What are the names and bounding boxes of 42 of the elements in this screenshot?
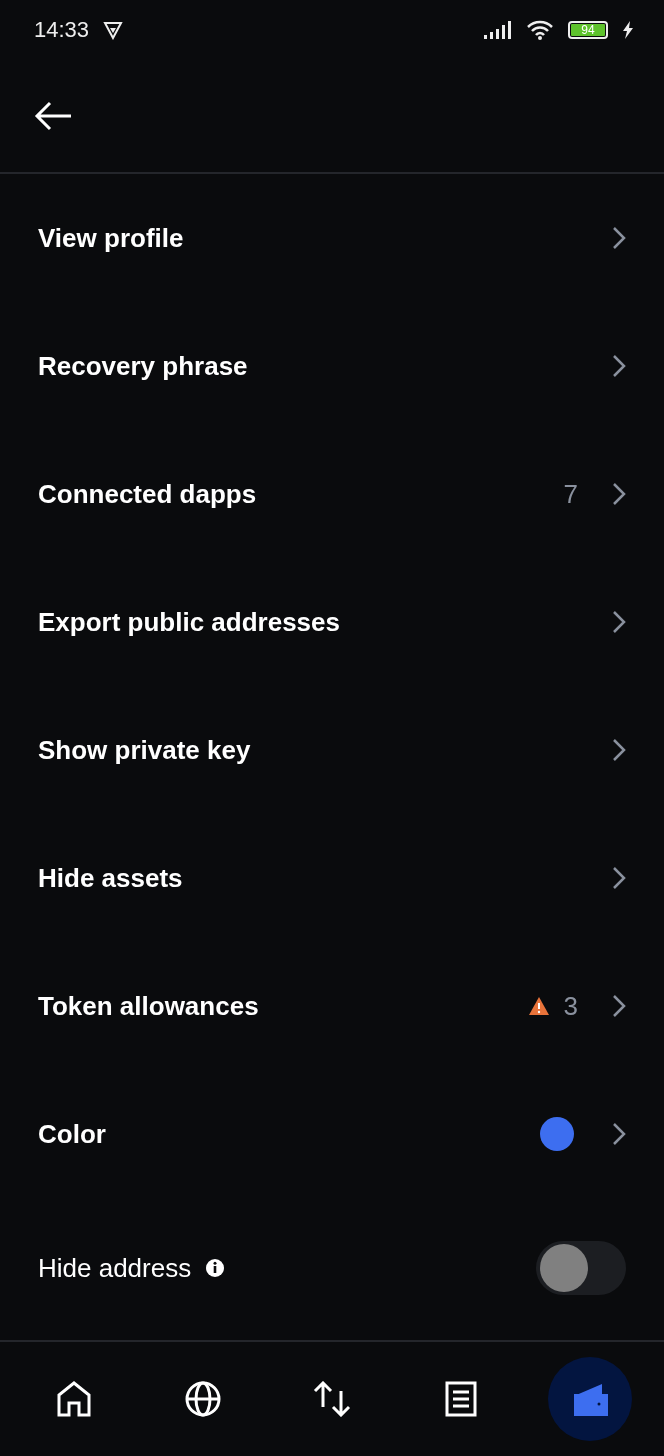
count-text: 7 <box>563 478 578 510</box>
chevron-right-icon <box>612 226 626 250</box>
settings-row[interactable]: Hide assets <box>0 814 664 942</box>
settings-row[interactable]: View profile <box>0 174 664 302</box>
wifi-icon <box>526 19 554 41</box>
signal-icon <box>484 21 512 39</box>
vpn-icon <box>103 20 124 40</box>
globe-icon <box>185 1381 222 1417</box>
count-text: 3 <box>563 990 578 1022</box>
chevron-right-icon <box>612 1122 626 1146</box>
settings-row[interactable]: Recovery phrase <box>0 302 664 430</box>
back-button[interactable] <box>34 101 72 131</box>
settings-row[interactable]: Export public addresses <box>0 558 664 686</box>
settings-row[interactable]: Color <box>0 1070 664 1198</box>
row-label: Color <box>38 1118 106 1150</box>
row-label: Show private key <box>38 734 251 766</box>
row-label: Token allowances <box>38 990 259 1022</box>
wallet-icon <box>571 1382 608 1416</box>
back-arrow-icon <box>34 101 72 131</box>
info-icon <box>205 1258 226 1278</box>
battery-level: 94 <box>571 24 605 36</box>
chevron-right-icon <box>612 610 626 634</box>
row-label: Export public addresses <box>38 606 340 638</box>
chevron-right-icon <box>612 738 626 762</box>
charging-icon <box>622 21 634 39</box>
row-label: Hide assets <box>38 862 183 894</box>
settings-row[interactable]: Show private key <box>0 686 664 814</box>
document-icon <box>444 1381 477 1417</box>
chevron-right-icon <box>612 354 626 378</box>
toggle-switch[interactable] <box>536 1241 626 1295</box>
settings-row[interactable]: Token allowances 3 <box>0 942 664 1070</box>
home-icon <box>56 1381 93 1417</box>
status-time: 14:33 <box>34 17 90 43</box>
row-label: Recovery phrase <box>38 350 248 382</box>
row-label: Hide address <box>38 1252 192 1284</box>
row-label: View profile <box>38 222 184 254</box>
chevron-right-icon <box>612 866 626 890</box>
chevron-right-icon <box>612 994 626 1018</box>
chevron-right-icon <box>612 482 626 506</box>
transfer-arrows-icon <box>313 1381 351 1417</box>
row-label: Connected dapps <box>38 478 257 510</box>
settings-row[interactable]: Connected dapps 7 <box>0 430 664 558</box>
